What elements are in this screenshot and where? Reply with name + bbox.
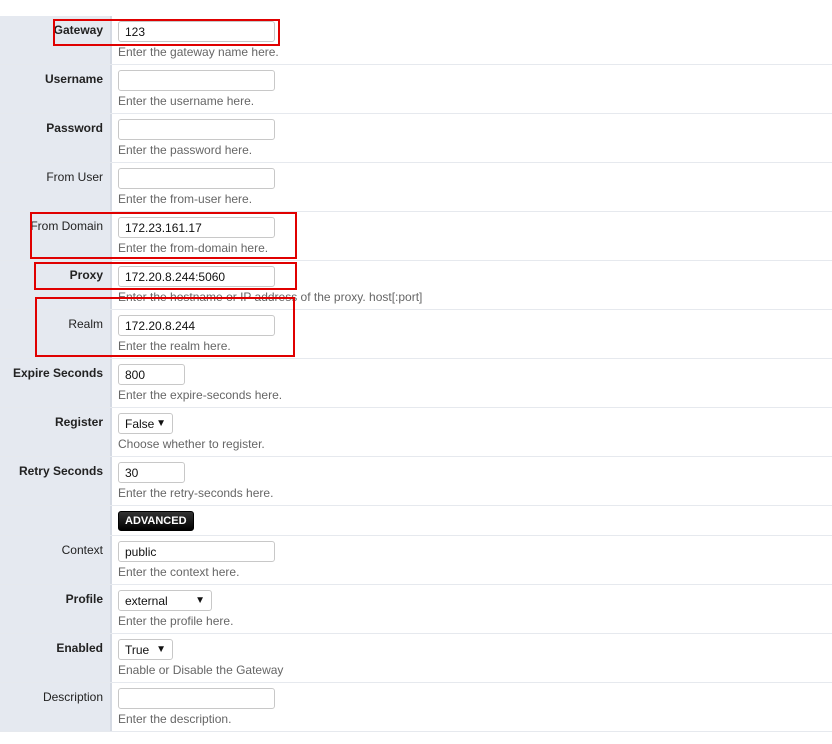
proxy-hint: Enter the hostname or IP address of the … (118, 290, 423, 304)
realm-cell: 172.20.8.244 Enter the realm here. (112, 310, 275, 358)
enabled-select-value: True (125, 642, 150, 657)
chevron-down-icon: ▼ (156, 418, 166, 429)
context-input-value: public (125, 545, 157, 559)
register-label: Register (0, 408, 112, 456)
chevron-down-icon: ▼ (195, 595, 205, 606)
form-row-proxy: Proxy 172.20.8.244:5060 Enter the hostname… (0, 261, 832, 310)
from-domain-input-value: 172.23.161.17 (125, 221, 202, 235)
form-row-username: Username Enter the username here. (0, 65, 832, 114)
context-hint: Enter the context here. (118, 565, 240, 579)
advanced-label (0, 506, 112, 535)
profile-cell: external ▼ Enter the profile here. (112, 585, 233, 633)
retry-seconds-input[interactable]: 30 (118, 462, 185, 483)
realm-hint: Enter the realm here. (118, 339, 231, 353)
enabled-hint: Enable or Disable the Gateway (118, 663, 284, 677)
form-row-context: Context public Enter the context here. (0, 536, 832, 585)
username-cell: Enter the username here. (112, 65, 275, 113)
context-cell: public Enter the context here. (112, 536, 275, 584)
gateway-input-value: 123 (125, 25, 146, 39)
proxy-input-value: 172.20.8.244:5060 (125, 270, 226, 284)
password-input[interactable] (118, 119, 275, 140)
expire-seconds-hint: Enter the expire-seconds here. (118, 388, 283, 402)
username-input[interactable] (118, 70, 275, 91)
gateway-label: Gateway (0, 16, 112, 64)
from-user-hint: Enter the from-user here. (118, 192, 253, 206)
advanced-button[interactable]: ADVANCED (118, 511, 194, 531)
expire-seconds-label: Expire Seconds (0, 359, 112, 407)
form-row-password: Password Enter the password here. (0, 114, 832, 163)
form-row-register: Register False ▼ Choose whether to register… (0, 408, 832, 457)
username-hint: Enter the username here. (118, 94, 255, 108)
retry-seconds-label: Retry Seconds (0, 457, 112, 505)
profile-select-value: external (125, 593, 168, 608)
form-row-from-user: From User Enter the from-user here. (0, 163, 832, 212)
from-domain-cell: 172.23.161.17 Enter the from-domain here. (112, 212, 275, 260)
form-row-advanced: ADVANCED (0, 506, 832, 536)
proxy-input[interactable]: 172.20.8.244:5060 (118, 266, 275, 287)
description-cell: Enter the description. (112, 683, 275, 731)
from-domain-label: From Domain (0, 212, 112, 260)
from-user-input[interactable] (118, 168, 275, 189)
form-row-description: Description Enter the description. (0, 683, 832, 732)
register-hint: Choose whether to register. (118, 437, 265, 451)
form-row-from-domain: From Domain 172.23.161.17 Enter the from-d… (0, 212, 832, 261)
form-row-expire-seconds: Expire Seconds 800 Enter the expire-second… (0, 359, 832, 408)
description-hint: Enter the description. (118, 712, 232, 726)
register-cell: False ▼ Choose whether to register. (112, 408, 265, 456)
form-row-gateway: Gateway 123 Enter the gateway name here. (0, 16, 832, 65)
expire-seconds-input[interactable]: 800 (118, 364, 185, 385)
form-row-enabled: Enabled True ▼ Enable or Disable the Gatewa… (0, 634, 832, 683)
realm-label: Realm (0, 310, 112, 358)
password-label: Password (0, 114, 112, 162)
profile-hint: Enter the profile here. (118, 614, 234, 628)
username-label: Username (0, 65, 112, 113)
profile-select[interactable]: external ▼ (118, 590, 212, 611)
form-row-retry-seconds: Retry Seconds 30 Enter the retry-seconds h… (0, 457, 832, 506)
form-row-realm: Realm 172.20.8.244 Enter the realm here. (0, 310, 832, 359)
expire-seconds-cell: 800 Enter the expire-seconds here. (112, 359, 282, 407)
proxy-cell: 172.20.8.244:5060 Enter the hostname or I… (112, 261, 422, 309)
retry-seconds-hint: Enter the retry-seconds here. (118, 486, 274, 500)
realm-input[interactable]: 172.20.8.244 (118, 315, 275, 336)
profile-label: Profile (0, 585, 112, 633)
gateway-cell: 123 Enter the gateway name here. (112, 16, 279, 64)
enabled-select[interactable]: True ▼ (118, 639, 173, 660)
password-hint: Enter the password here. (118, 143, 253, 157)
from-user-label: From User (0, 163, 112, 211)
enabled-cell: True ▼ Enable or Disable the Gateway (112, 634, 283, 682)
context-input[interactable]: public (118, 541, 275, 562)
register-select[interactable]: False ▼ (118, 413, 173, 434)
form-row-profile: Profile external ▼ Enter the profile here. (0, 585, 832, 634)
retry-seconds-cell: 30 Enter the retry-seconds here. (112, 457, 273, 505)
description-input[interactable] (118, 688, 275, 709)
from-domain-input[interactable]: 172.23.161.17 (118, 217, 275, 238)
gateway-input[interactable]: 123 (118, 21, 275, 42)
enabled-label: Enabled (0, 634, 112, 682)
context-label: Context (0, 536, 112, 584)
chevron-down-icon: ▼ (156, 644, 166, 655)
password-cell: Enter the password here. (112, 114, 275, 162)
advanced-cell: ADVANCED (112, 506, 194, 535)
register-select-value: False (125, 416, 155, 431)
retry-seconds-input-value: 30 (125, 466, 139, 480)
gateway-hint: Enter the gateway name here. (118, 45, 279, 59)
proxy-label: Proxy (0, 261, 112, 309)
from-user-cell: Enter the from-user here. (112, 163, 275, 211)
realm-input-value: 172.20.8.244 (125, 319, 196, 333)
from-domain-hint: Enter the from-domain here. (118, 241, 269, 255)
description-label: Description (0, 683, 112, 731)
gateway-form: Gateway 123 Enter the gateway name here. Us… (0, 16, 832, 732)
expire-seconds-input-value: 800 (125, 368, 146, 382)
